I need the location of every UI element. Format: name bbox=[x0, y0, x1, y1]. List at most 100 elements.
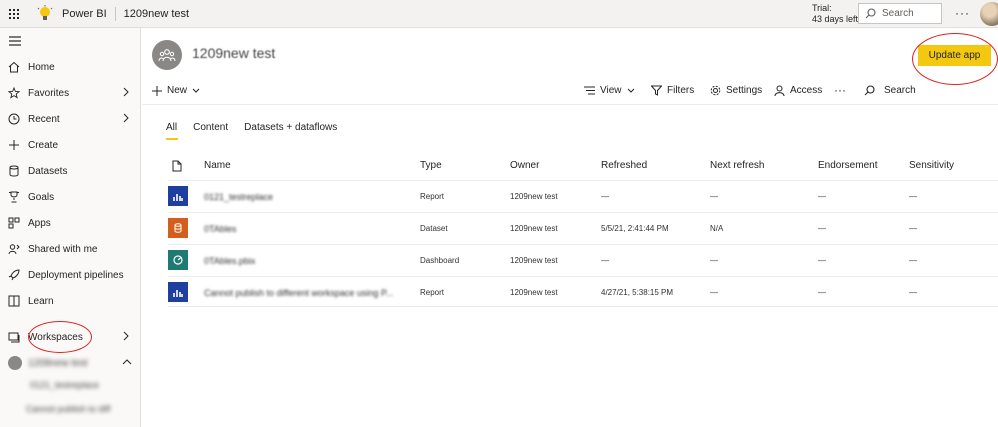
nav-label: Favorites bbox=[28, 87, 70, 99]
filters-button[interactable]: Filters bbox=[651, 85, 694, 96]
person-share-icon bbox=[7, 242, 21, 256]
view-label: View bbox=[600, 85, 622, 96]
new-button[interactable]: New bbox=[152, 85, 205, 96]
nav-shared-with-me[interactable]: Shared with me bbox=[0, 237, 141, 261]
tab-datasets-dataflows[interactable]: Datasets + dataflows bbox=[244, 122, 337, 139]
search-label: Search bbox=[884, 85, 916, 96]
tab-all[interactable]: All bbox=[166, 122, 179, 140]
database-icon bbox=[7, 164, 21, 178]
nav-label: Create bbox=[28, 139, 59, 151]
item-sensitivity: — bbox=[909, 192, 917, 201]
breadcrumb-workspace[interactable]: 1209new test bbox=[124, 8, 189, 20]
item-endorsement: — bbox=[818, 288, 826, 297]
item-refreshed: — bbox=[601, 192, 609, 201]
col-sensitivity[interactable]: Sensitivity bbox=[909, 160, 954, 171]
clock-icon bbox=[7, 112, 21, 126]
item-name[interactable]: Cannot publish to different workspace us… bbox=[204, 288, 404, 298]
red-annotation-circle bbox=[28, 321, 92, 353]
item-owner: 1209new test bbox=[510, 224, 558, 233]
col-type[interactable]: Type bbox=[420, 160, 442, 171]
chevron-down-icon bbox=[192, 88, 200, 93]
nav-favorites[interactable]: Favorites bbox=[0, 81, 141, 105]
trial-days: 43 days left bbox=[812, 14, 859, 24]
chevron-up-icon[interactable] bbox=[122, 358, 132, 366]
item-sensitivity: — bbox=[909, 288, 917, 297]
settings-label: Settings bbox=[726, 85, 763, 96]
workspace-sub-item[interactable]: Cannot publish to diff bbox=[26, 404, 110, 414]
table-row[interactable]: Cannot publish to different workspace us… bbox=[168, 276, 998, 307]
tab-content[interactable]: Content bbox=[193, 122, 228, 139]
item-refreshed: — bbox=[601, 256, 609, 265]
home-icon bbox=[7, 60, 21, 74]
workspace-toolbar: New View Filters Settings Access ··· Sea… bbox=[142, 78, 998, 105]
more-options-icon[interactable]: ··· bbox=[955, 6, 970, 20]
table-header: Name Type Owner Refreshed Next refresh E… bbox=[168, 158, 998, 178]
content-tabs: All Content Datasets + dataflows bbox=[166, 122, 353, 140]
access-button[interactable]: Access bbox=[774, 85, 822, 96]
chevron-right-icon[interactable] bbox=[122, 331, 130, 341]
current-workspace-item[interactable]: 1209new test bbox=[8, 356, 88, 370]
item-name[interactable]: 0TAbles bbox=[204, 224, 236, 234]
nav-create[interactable]: Create bbox=[0, 133, 141, 157]
nav-learn[interactable]: Learn bbox=[0, 289, 141, 313]
left-navigation: Home Favorites Recent Create Datasets Go… bbox=[0, 28, 141, 427]
nav-home[interactable]: Home bbox=[0, 55, 141, 79]
item-endorsement: — bbox=[818, 192, 826, 201]
workspace-icon bbox=[8, 356, 22, 370]
app-launcher-icon[interactable] bbox=[0, 0, 28, 28]
item-owner: 1209new test bbox=[510, 288, 558, 297]
rocket-icon bbox=[7, 268, 21, 282]
item-name[interactable]: 0121_testreplace bbox=[204, 192, 273, 202]
item-sensitivity: — bbox=[909, 224, 917, 233]
workspace-people-icon bbox=[152, 40, 182, 70]
col-refreshed[interactable]: Refreshed bbox=[601, 160, 647, 171]
nav-label: Deployment pipelines bbox=[28, 269, 124, 281]
workspace-search[interactable]: Search bbox=[864, 85, 916, 96]
more-options-icon[interactable]: ··· bbox=[834, 83, 846, 97]
col-endorsement[interactable]: Endorsement bbox=[818, 160, 877, 171]
chevron-right-icon[interactable] bbox=[122, 113, 130, 123]
workspace-heading: 1209new test bbox=[192, 45, 276, 61]
chevron-right-icon[interactable] bbox=[122, 87, 130, 97]
power-bi-logo-icon bbox=[34, 3, 56, 25]
nav-label: Apps bbox=[28, 217, 51, 229]
main-content: 1209new test Update app New View Filters… bbox=[142, 28, 998, 427]
nav-apps[interactable]: Apps bbox=[0, 211, 141, 235]
table-row[interactable]: 0TAbles.pbix Dashboard 1209new test — — … bbox=[168, 244, 998, 275]
app-name[interactable]: Power BI bbox=[62, 6, 116, 21]
view-button[interactable]: View bbox=[584, 85, 640, 96]
item-refreshed: 5/5/21, 2:41:44 PM bbox=[601, 224, 669, 233]
nav-goals[interactable]: Goals bbox=[0, 185, 141, 209]
hamburger-menu-icon[interactable] bbox=[9, 36, 21, 46]
table-row[interactable]: 0TAbles Dataset 1209new test 5/5/21, 2:4… bbox=[168, 212, 998, 243]
star-icon bbox=[7, 86, 21, 100]
item-next-refresh: — bbox=[710, 192, 718, 201]
workspace-sub-item[interactable]: 0121_testreplace bbox=[30, 380, 99, 390]
col-owner[interactable]: Owner bbox=[510, 160, 539, 171]
user-avatar[interactable] bbox=[980, 2, 998, 26]
nav-datasets[interactable]: Datasets bbox=[0, 159, 141, 183]
nav-label: Goals bbox=[28, 191, 55, 203]
report-icon bbox=[168, 282, 188, 302]
item-name[interactable]: 0TAbles.pbix bbox=[204, 256, 255, 266]
document-icon bbox=[172, 160, 182, 172]
gear-icon bbox=[710, 85, 721, 96]
plus-icon bbox=[152, 85, 162, 96]
trial-label: Trial: bbox=[812, 3, 832, 13]
col-next-refresh[interactable]: Next refresh bbox=[710, 160, 764, 171]
settings-button[interactable]: Settings bbox=[710, 85, 762, 96]
global-search-input[interactable]: Search bbox=[858, 3, 942, 24]
nav-recent[interactable]: Recent bbox=[0, 107, 141, 131]
nav-label: Learn bbox=[28, 295, 54, 307]
item-type: Report bbox=[420, 288, 445, 297]
nav-deployment-pipelines[interactable]: Deployment pipelines bbox=[0, 263, 141, 287]
col-name[interactable]: Name bbox=[204, 160, 231, 171]
item-owner: 1209new test bbox=[510, 192, 558, 201]
report-icon bbox=[168, 186, 188, 206]
trophy-icon bbox=[7, 190, 21, 204]
book-icon bbox=[7, 294, 21, 308]
plus-icon bbox=[7, 138, 21, 152]
dataset-icon bbox=[168, 218, 188, 238]
apps-icon bbox=[7, 216, 21, 230]
table-row[interactable]: 0121_testreplace Report 1209new test — —… bbox=[168, 180, 998, 211]
